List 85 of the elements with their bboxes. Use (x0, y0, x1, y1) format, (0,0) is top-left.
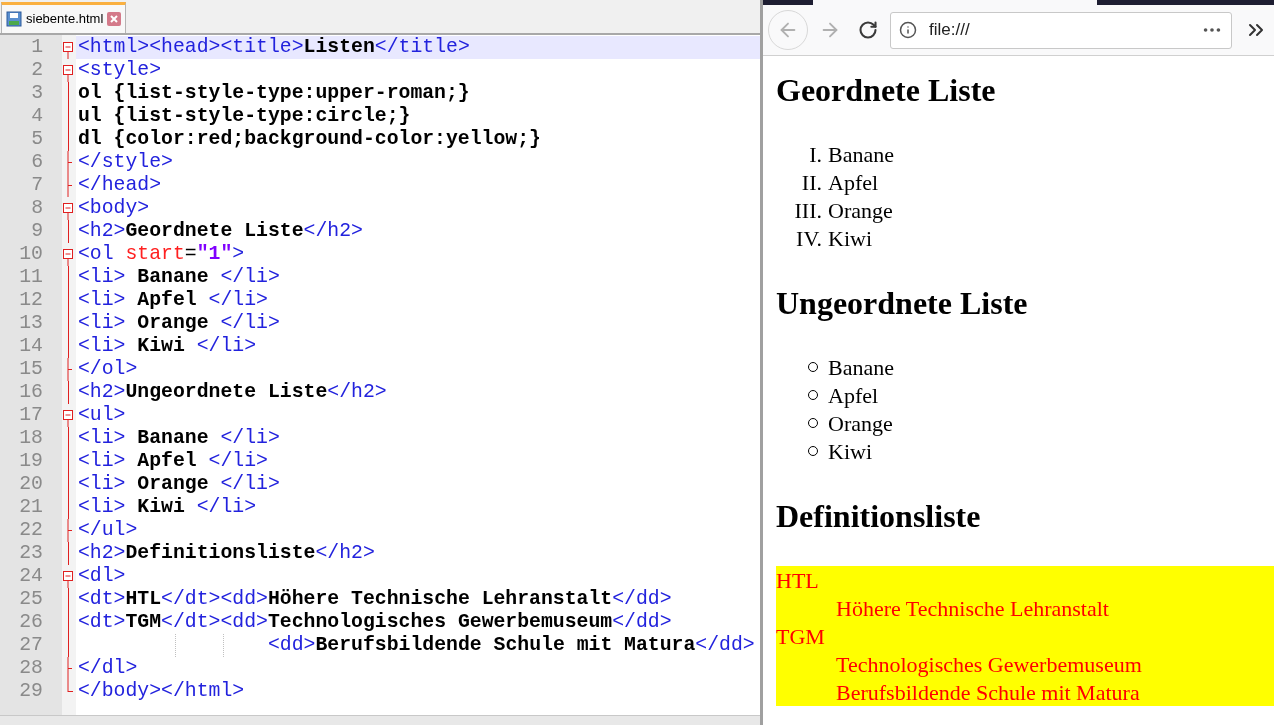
section-heading: Definitionsliste (776, 498, 982, 535)
definition-description: Technologisches Gewerbemuseum (836, 650, 1142, 679)
code-line: <style> (78, 59, 162, 82)
code-line: <li> Orange </li> (78, 473, 280, 496)
code-line: <li> Banane </li> (78, 266, 280, 289)
section-heading: Geordnete Liste (776, 72, 997, 109)
code-line: <dd>Berufsbildende Schule mit Matura</dd> (268, 634, 755, 657)
list-number: III. (793, 196, 823, 225)
line-number: 20 (19, 473, 43, 496)
line-number: 24 (19, 565, 43, 588)
line-number: 29 (19, 680, 43, 703)
code-line: ul {list-style-type:circle;} (78, 105, 411, 128)
line-number: 25 (19, 588, 43, 611)
address-bar[interactable]: file:/// (890, 11, 1232, 49)
close-icon[interactable] (107, 12, 122, 26)
list-item: Banane (828, 353, 894, 382)
code-line: </head> (78, 174, 162, 197)
definition-description: Höhere Technische Lehranstalt (836, 594, 1109, 623)
line-number: 19 (19, 450, 43, 473)
list-item: Apfel (828, 381, 879, 410)
line-number: 1 (31, 36, 43, 59)
code-line: <li> Kiwi </li> (78, 496, 257, 519)
line-number: 23 (19, 542, 43, 565)
line-number: 16 (19, 381, 43, 404)
line-number: 10 (19, 243, 43, 266)
line-number: 15 (19, 358, 43, 381)
save-icon (6, 11, 22, 27)
code-line: <li> Orange </li> (78, 312, 280, 335)
list-item: Banane (828, 140, 894, 169)
code-line: </body></html> (78, 680, 245, 703)
line-number: 22 (19, 519, 43, 542)
line-number: 6 (31, 151, 43, 174)
line-number: 9 (31, 220, 43, 243)
code-line: </style> (78, 151, 173, 174)
section-heading: Ungeordnete Liste (776, 285, 1029, 322)
reload-icon (858, 20, 878, 40)
list-item: Kiwi (828, 224, 872, 253)
line-number: 27 (19, 634, 43, 657)
code-line: <dl> (78, 565, 126, 588)
file-tab[interactable]: siebente.html (1, 2, 127, 33)
line-number: 3 (31, 82, 43, 105)
code-line: <ol start="1"> (78, 243, 245, 266)
line-number: 18 (19, 427, 43, 450)
line-number: 13 (19, 312, 43, 335)
code-line: dl {color:red;background-color:yellow;} (78, 128, 541, 151)
horizontal-scrollbar[interactable] (0, 715, 760, 725)
line-number: 28 (19, 657, 43, 680)
code-line: </ol> (78, 358, 138, 381)
line-number: 5 (31, 128, 43, 151)
code-line: <h2>Geordnete Liste</h2> (78, 220, 363, 243)
list-item: Kiwi (828, 437, 872, 466)
list-number: I. (808, 140, 823, 169)
line-number: 26 (19, 611, 43, 634)
list-item: Orange (828, 196, 893, 225)
code-line: </ul> (78, 519, 138, 542)
list-item: Apfel (828, 168, 879, 197)
code-line: <li> Apfel </li> (78, 450, 268, 473)
line-number: 7 (31, 174, 43, 197)
code-line: <html><head><title>Listen</title> (78, 36, 470, 59)
info-icon (899, 21, 917, 39)
list-item: Orange (828, 409, 893, 438)
line-number: 4 (31, 105, 43, 128)
code-line: <dt>TGM</dt><dd>Technologisches Gewerbemuseum</dd> (78, 611, 672, 634)
definition-term: TGM (776, 622, 825, 651)
line-number: 11 (19, 266, 43, 289)
line-number: 21 (19, 496, 43, 519)
list-number: II. (800, 168, 823, 197)
code-line: </dl> (78, 657, 138, 680)
code-line: <h2>Ungeordnete Liste</h2> (78, 381, 387, 404)
code-line: <ul> (78, 404, 126, 427)
definition-description: Berufsbildende Schule mit Matura (836, 678, 1140, 707)
line-number: 12 (19, 289, 43, 312)
code-line: <li> Banane </li> (78, 427, 280, 450)
code-line: <body> (78, 197, 150, 220)
code-line: <dt>HTL</dt><dd>Höhere Technische Lehranstalt</dd> (78, 588, 672, 611)
line-number: 14 (19, 335, 43, 358)
list-number: IV. (795, 224, 823, 253)
line-number: 2 (31, 59, 43, 82)
definition-term: HTL (776, 566, 819, 595)
code-line: <h2>Definitionsliste</h2> (78, 542, 375, 565)
code-line: ol {list-style-type:upper-roman;} (78, 82, 470, 105)
line-number: 17 (19, 404, 43, 427)
code-line: <li> Kiwi </li> (78, 335, 257, 358)
line-number: 8 (31, 197, 43, 220)
code-line: <li> Apfel </li> (78, 289, 268, 312)
